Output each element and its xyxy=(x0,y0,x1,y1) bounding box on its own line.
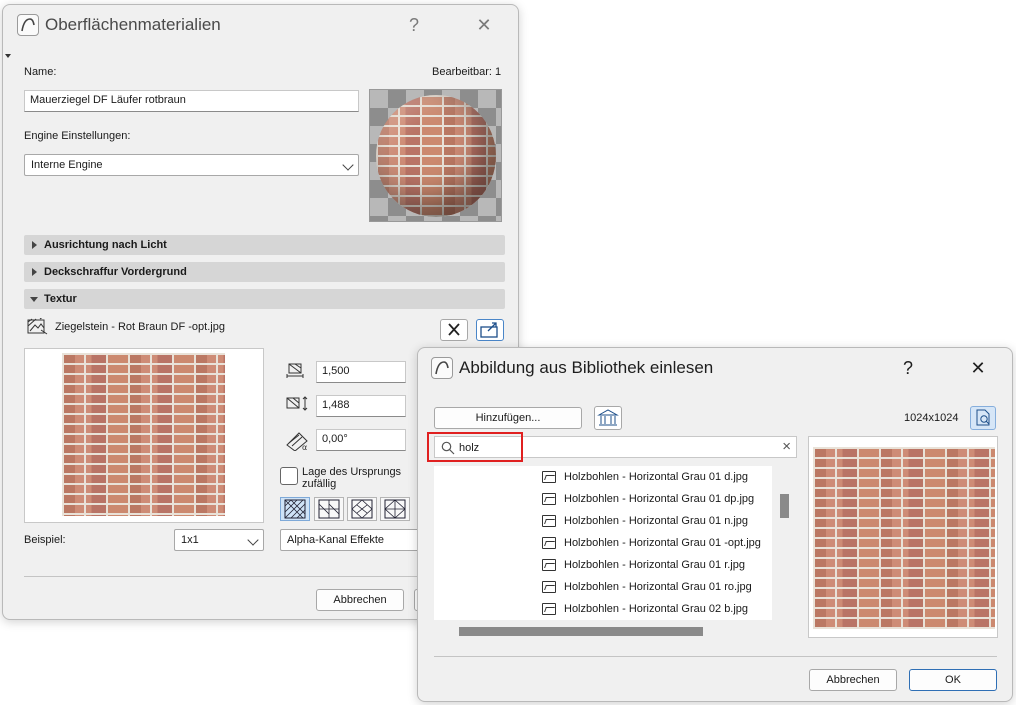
image-file-icon xyxy=(542,559,556,571)
archicad-logo-icon xyxy=(431,357,453,379)
list-item[interactable]: Holzbohlen - Horizontal Grau 01 ro.jpg xyxy=(542,576,752,598)
expand-icon xyxy=(32,241,37,249)
list-item[interactable]: Holzbohlen - Horizontal Grau 01 d.jpg xyxy=(542,466,748,488)
image-file-icon xyxy=(542,581,556,593)
list-item-label: Holzbohlen - Horizontal Grau 01 r.jpg xyxy=(564,559,745,571)
engine-select[interactable]: Interne Engine xyxy=(24,154,359,176)
texture-height-icon xyxy=(286,396,310,412)
title-bar: Abbildung aus Bibliothek einlesen ? ✕ xyxy=(418,348,1012,388)
section-label: Ausrichtung nach Licht xyxy=(44,239,167,251)
preview-details-button[interactable] xyxy=(970,406,996,430)
section-texture[interactable]: Textur xyxy=(24,289,505,309)
collapse-icon xyxy=(30,297,38,302)
ok-button[interactable]: OK xyxy=(909,669,997,691)
list-item-label: Holzbohlen - Horizontal Grau 01 n.jpg xyxy=(564,515,749,527)
image-file-icon xyxy=(542,493,556,505)
list-item-label: Holzbohlen - Horizontal Grau 02 b.jpg xyxy=(564,603,749,615)
example-select[interactable]: 1x1 xyxy=(174,529,264,551)
texture-height-input[interactable]: 1,488 xyxy=(316,395,406,417)
material-sphere xyxy=(376,95,496,217)
resolution-label: 1024x1024 xyxy=(904,412,959,424)
list-item[interactable]: Holzbohlen - Horizontal Grau 01 n.jpg xyxy=(542,510,748,532)
alpha-channel-value: Alpha-Kanal Effekte xyxy=(287,534,385,546)
cancel-button[interactable]: Abbrechen xyxy=(809,669,897,691)
random-origin-label: Lage des Ursprungs zufällig xyxy=(302,466,402,490)
texture-width-icon xyxy=(286,363,306,379)
close-button[interactable]: ✕ xyxy=(965,356,991,380)
texture-preview-frame xyxy=(24,348,264,523)
image-file-icon xyxy=(542,471,556,483)
editable-label: Bearbeitbar: 1 xyxy=(432,66,502,78)
list-item[interactable]: Holzbohlen - Horizontal Grau 01 dp.jpg xyxy=(542,488,754,510)
list-item-label: Holzbohlen - Horizontal Grau 01 -opt.jpg xyxy=(564,537,761,549)
list-item[interactable]: Holzbohlen - Horizontal Grau 02 b.jpg xyxy=(542,598,748,620)
image-preview xyxy=(813,447,995,629)
add-button[interactable]: Hinzufügen... xyxy=(434,407,582,429)
cancel-button[interactable]: Abbrechen xyxy=(316,589,404,611)
material-preview xyxy=(369,89,502,222)
mapping-mode-4-button[interactable] xyxy=(380,497,410,521)
example-select-value: 1x1 xyxy=(181,534,199,546)
image-file-icon xyxy=(542,515,556,527)
close-button[interactable]: ✕ xyxy=(471,13,497,37)
texture-angle-icon: α xyxy=(285,429,311,452)
list-item-label: Holzbohlen - Horizontal Grau 01 d.jpg xyxy=(564,471,749,483)
archicad-logo-icon xyxy=(17,14,39,36)
list-item-label: Holzbohlen - Horizontal Grau 01 ro.jpg xyxy=(564,581,752,593)
load-image-from-library-dialog: Abbildung aus Bibliothek einlesen ? ✕ Hi… xyxy=(417,347,1013,702)
section-label: Textur xyxy=(44,293,77,305)
list-item[interactable]: Holzbohlen - Horizontal Grau 01 r.jpg xyxy=(542,554,745,576)
name-input[interactable]: Mauerziegel DF Läufer rotbraun xyxy=(24,90,359,112)
list-item-label: Holzbohlen - Horizontal Grau 01 dp.jpg xyxy=(564,493,755,505)
example-label: Beispiel: xyxy=(24,534,66,546)
texture-icon xyxy=(27,315,49,336)
vertical-scrollbar-thumb[interactable] xyxy=(780,494,789,518)
chevron-down-icon xyxy=(247,534,259,546)
help-button[interactable]: ? xyxy=(401,13,427,37)
texture-width-input[interactable]: 1,500 xyxy=(316,361,406,383)
mapping-mode-1-button[interactable] xyxy=(280,497,310,521)
name-label: Name: xyxy=(24,66,57,78)
library-manager-button[interactable] xyxy=(594,406,622,430)
search-highlight-box xyxy=(427,432,523,462)
section-label: Deckschraffur Vordergrund xyxy=(44,266,187,278)
texture-angle-input[interactable]: 0,00° xyxy=(316,429,406,451)
collapse-indicator-icon xyxy=(5,54,11,58)
image-file-icon xyxy=(542,537,556,549)
clear-search-icon[interactable]: × xyxy=(782,438,791,455)
texture-preview xyxy=(62,353,225,516)
file-list: Holzbohlen - Horizontal Grau 01 d.jpg Ho… xyxy=(434,466,772,620)
mapping-mode-3-button[interactable] xyxy=(347,497,377,521)
expand-icon xyxy=(32,268,37,276)
section-light-orientation[interactable]: Ausrichtung nach Licht xyxy=(24,235,505,255)
image-preview-frame xyxy=(808,436,998,638)
image-file-icon xyxy=(542,603,556,615)
svg-text:α: α xyxy=(302,443,307,451)
chevron-down-icon xyxy=(342,159,354,171)
engine-select-value: Interne Engine xyxy=(31,159,103,171)
dialog-title: Oberflächenmaterialien xyxy=(45,15,221,34)
title-bar: Oberflächenmaterialien ? ✕ xyxy=(3,5,518,45)
alpha-channel-select[interactable]: Alpha-Kanal Effekte xyxy=(280,529,430,551)
divider xyxy=(434,656,997,657)
list-item[interactable]: Holzbohlen - Horizontal Grau 01 -opt.jpg xyxy=(542,532,761,554)
random-origin-checkbox[interactable] xyxy=(280,467,298,485)
remove-texture-button[interactable] xyxy=(440,319,468,341)
engine-label: Engine Einstellungen: xyxy=(24,130,131,142)
load-texture-button[interactable] xyxy=(476,319,504,341)
texture-filename: Ziegelstein - Rot Braun DF -opt.jpg xyxy=(55,321,225,333)
help-button[interactable]: ? xyxy=(895,356,921,380)
dialog-title: Abbildung aus Bibliothek einlesen xyxy=(459,358,714,377)
section-foreground-hatch[interactable]: Deckschraffur Vordergrund xyxy=(24,262,505,282)
horizontal-scrollbar-thumb[interactable] xyxy=(459,627,703,636)
mapping-mode-2-button[interactable] xyxy=(314,497,344,521)
